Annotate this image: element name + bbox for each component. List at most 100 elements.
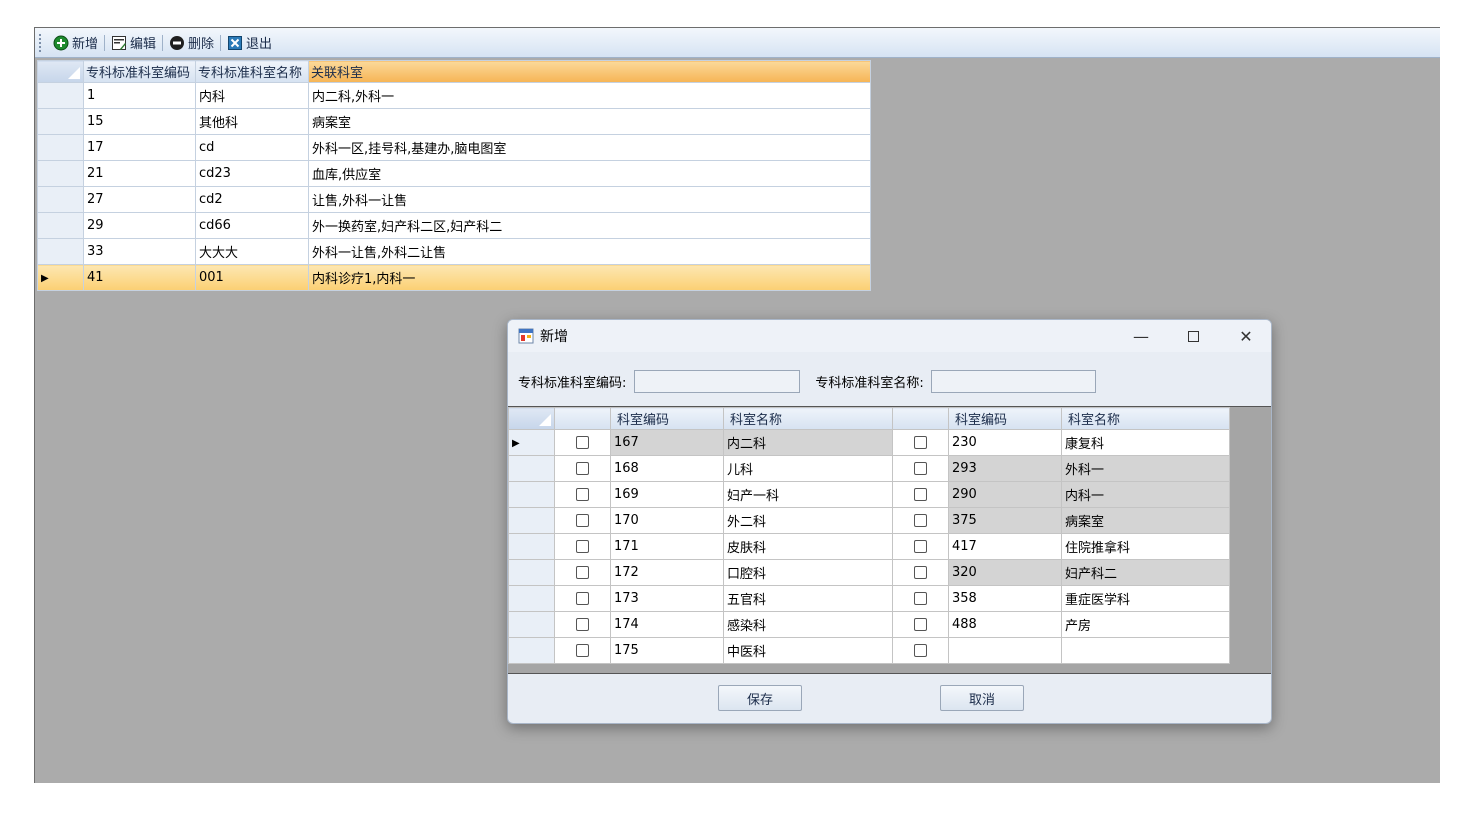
cell-dept-name-right[interactable]: 外科一 xyxy=(1061,455,1230,482)
table-row[interactable]: 21 cd23 血库,供应室 xyxy=(37,160,871,187)
cell-dept-name-left[interactable]: 中医科 xyxy=(723,637,893,664)
checkbox[interactable] xyxy=(576,488,589,501)
cell-dept-name-left[interactable]: 口腔科 xyxy=(723,559,893,586)
column-header-linked-depts[interactable]: 关联科室 xyxy=(308,60,871,83)
table-row[interactable]: 33 大大大 外科一让售,外科二让售 xyxy=(37,238,871,265)
select-checkbox-left[interactable] xyxy=(554,637,611,664)
table-row[interactable]: 29 cd66 外一换药室,妇产科二区,妇产科二 xyxy=(37,212,871,239)
checkbox[interactable] xyxy=(914,488,927,501)
select-checkbox-left[interactable] xyxy=(554,585,611,612)
row-header[interactable] xyxy=(37,212,84,239)
table-row[interactable]: 173 五官科 358 重症医学科 xyxy=(508,585,1230,612)
column-header-code-right[interactable]: 科室编码 xyxy=(948,407,1062,430)
row-header[interactable] xyxy=(508,585,555,612)
cell-linked-depts[interactable]: 内二科,外科一 xyxy=(308,82,871,109)
table-row[interactable]: 169 妇产一科 290 内科一 xyxy=(508,481,1230,508)
grid-corner-header[interactable] xyxy=(508,407,555,430)
cell-dept-code-left[interactable]: 174 xyxy=(610,611,724,638)
cell-name[interactable]: cd xyxy=(195,134,309,161)
save-button[interactable]: 保存 xyxy=(718,685,802,711)
checkbox[interactable] xyxy=(576,592,589,605)
select-checkbox-left[interactable] xyxy=(554,507,611,534)
select-checkbox-right[interactable] xyxy=(892,533,949,560)
checkbox[interactable] xyxy=(576,462,589,475)
row-header[interactable] xyxy=(37,160,84,187)
column-header-name[interactable]: 专科标准科室名称 xyxy=(195,60,309,83)
cell-code[interactable]: 17 xyxy=(83,134,196,161)
cell-dept-code-right[interactable]: 417 xyxy=(948,533,1062,560)
select-checkbox-left[interactable] xyxy=(554,559,611,586)
cell-dept-name-right[interactable]: 内科一 xyxy=(1061,481,1230,508)
cell-dept-name-left[interactable]: 五官科 xyxy=(723,585,893,612)
cell-code[interactable]: 1 xyxy=(83,82,196,109)
cell-code[interactable]: 33 xyxy=(83,238,196,265)
exit-button[interactable]: 退出 xyxy=(223,32,276,54)
cell-dept-name-left[interactable]: 内二科 xyxy=(723,429,893,456)
cell-dept-code-right[interactable] xyxy=(948,637,1062,664)
table-row[interactable]: 171 皮肤科 417 住院推拿科 xyxy=(508,533,1230,560)
table-row[interactable]: 15 其他科 病案室 xyxy=(37,108,871,135)
checkbox[interactable] xyxy=(914,618,927,631)
cell-code[interactable]: 15 xyxy=(83,108,196,135)
table-row[interactable]: 175 中医科 xyxy=(508,637,1230,664)
checkbox[interactable] xyxy=(914,540,927,553)
delete-button[interactable]: 删除 xyxy=(165,32,218,54)
cell-linked-depts[interactable]: 内科诊疗1,内科一 xyxy=(308,264,871,291)
cancel-button[interactable]: 取消 xyxy=(940,685,1024,711)
select-checkbox-left[interactable] xyxy=(554,455,611,482)
cell-linked-depts[interactable]: 外科一让售,外科二让售 xyxy=(308,238,871,265)
select-checkbox-left[interactable] xyxy=(554,429,611,456)
cell-dept-name-left[interactable]: 外二科 xyxy=(723,507,893,534)
row-header[interactable] xyxy=(37,82,84,109)
cell-name[interactable]: 大大大 xyxy=(195,238,309,265)
close-button[interactable]: ✕ xyxy=(1220,320,1271,352)
code-field[interactable] xyxy=(634,369,801,393)
cell-dept-code-left[interactable]: 167 xyxy=(610,429,724,456)
maximize-button[interactable] xyxy=(1167,320,1219,352)
checkbox[interactable] xyxy=(914,592,927,605)
cell-name[interactable]: 其他科 xyxy=(195,108,309,135)
select-checkbox-right[interactable] xyxy=(892,585,949,612)
cell-linked-depts[interactable]: 病案室 xyxy=(308,108,871,135)
cell-dept-name-right[interactable]: 妇产科二 xyxy=(1061,559,1230,586)
minimize-button[interactable]: — xyxy=(1115,320,1167,352)
dialog-titlebar[interactable]: 新增 — ✕ xyxy=(508,320,1271,352)
checkbox[interactable] xyxy=(576,436,589,449)
row-header[interactable] xyxy=(508,455,555,482)
table-row[interactable]: 1 内科 内二科,外科一 xyxy=(37,82,871,109)
row-header[interactable] xyxy=(508,533,555,560)
cell-dept-name-left[interactable]: 妇产一科 xyxy=(723,481,893,508)
row-header[interactable] xyxy=(508,611,555,638)
column-header-code-left[interactable]: 科室编码 xyxy=(610,407,724,430)
checkbox[interactable] xyxy=(914,644,927,657)
select-checkbox-right[interactable] xyxy=(892,481,949,508)
select-checkbox-left[interactable] xyxy=(554,611,611,638)
cell-dept-name-left[interactable]: 感染科 xyxy=(723,611,893,638)
cell-dept-code-right[interactable]: 290 xyxy=(948,481,1062,508)
cell-linked-depts[interactable]: 让售,外科一让售 xyxy=(308,186,871,213)
row-header[interactable] xyxy=(508,637,555,664)
checkbox[interactable] xyxy=(576,540,589,553)
row-header[interactable] xyxy=(37,238,84,265)
cell-dept-name-right[interactable]: 住院推拿科 xyxy=(1061,533,1230,560)
checkbox[interactable] xyxy=(914,462,927,475)
checkbox[interactable] xyxy=(576,566,589,579)
cell-dept-code-left[interactable]: 173 xyxy=(610,585,724,612)
select-checkbox-right[interactable] xyxy=(892,637,949,664)
select-checkbox-right[interactable] xyxy=(892,429,949,456)
table-row[interactable]: ▶ 41 001 内科诊疗1,内科一 xyxy=(37,264,871,291)
name-field[interactable] xyxy=(930,369,1096,393)
table-row[interactable]: 17 cd 外科一区,挂号科,基建办,脑电图室 xyxy=(37,134,871,161)
cell-dept-code-right[interactable]: 293 xyxy=(948,455,1062,482)
cell-dept-name-right[interactable]: 康复科 xyxy=(1061,429,1230,456)
checkbox[interactable] xyxy=(914,566,927,579)
row-header[interactable] xyxy=(508,507,555,534)
cell-name[interactable]: cd66 xyxy=(195,212,309,239)
cell-code[interactable]: 21 xyxy=(83,160,196,187)
row-header[interactable] xyxy=(37,108,84,135)
cell-dept-name-left[interactable]: 儿科 xyxy=(723,455,893,482)
add-button[interactable]: 新增 xyxy=(49,32,102,54)
cell-name[interactable]: cd23 xyxy=(195,160,309,187)
checkbox[interactable] xyxy=(576,618,589,631)
column-header-code[interactable]: 专科标准科室编码 xyxy=(83,60,196,83)
